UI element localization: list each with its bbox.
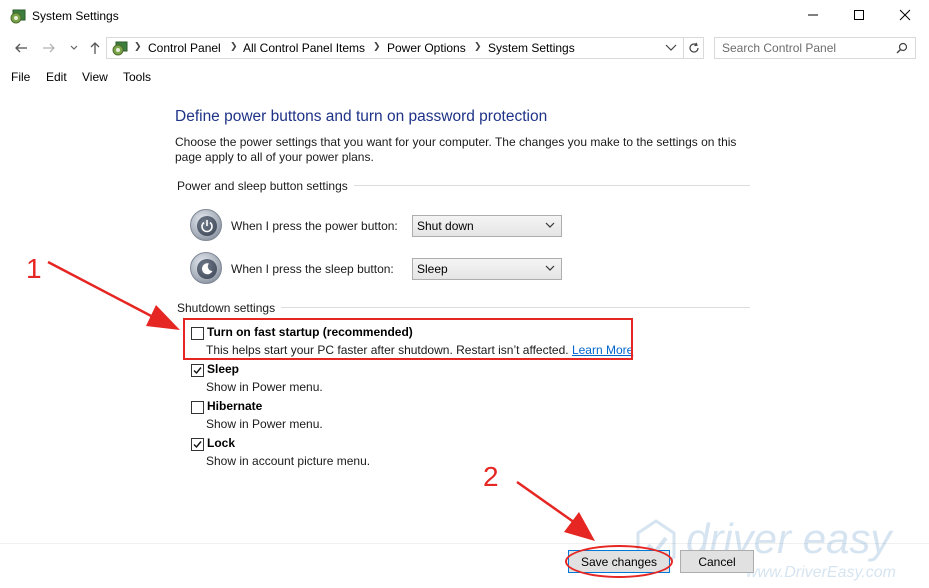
- arrowhead-icon: [564, 512, 595, 541]
- arrowhead-icon: [146, 305, 180, 330]
- step-2-arrow: [516, 480, 579, 527]
- annotation-arrows: [47, 260, 595, 541]
- step-1-arrow: [47, 260, 156, 320]
